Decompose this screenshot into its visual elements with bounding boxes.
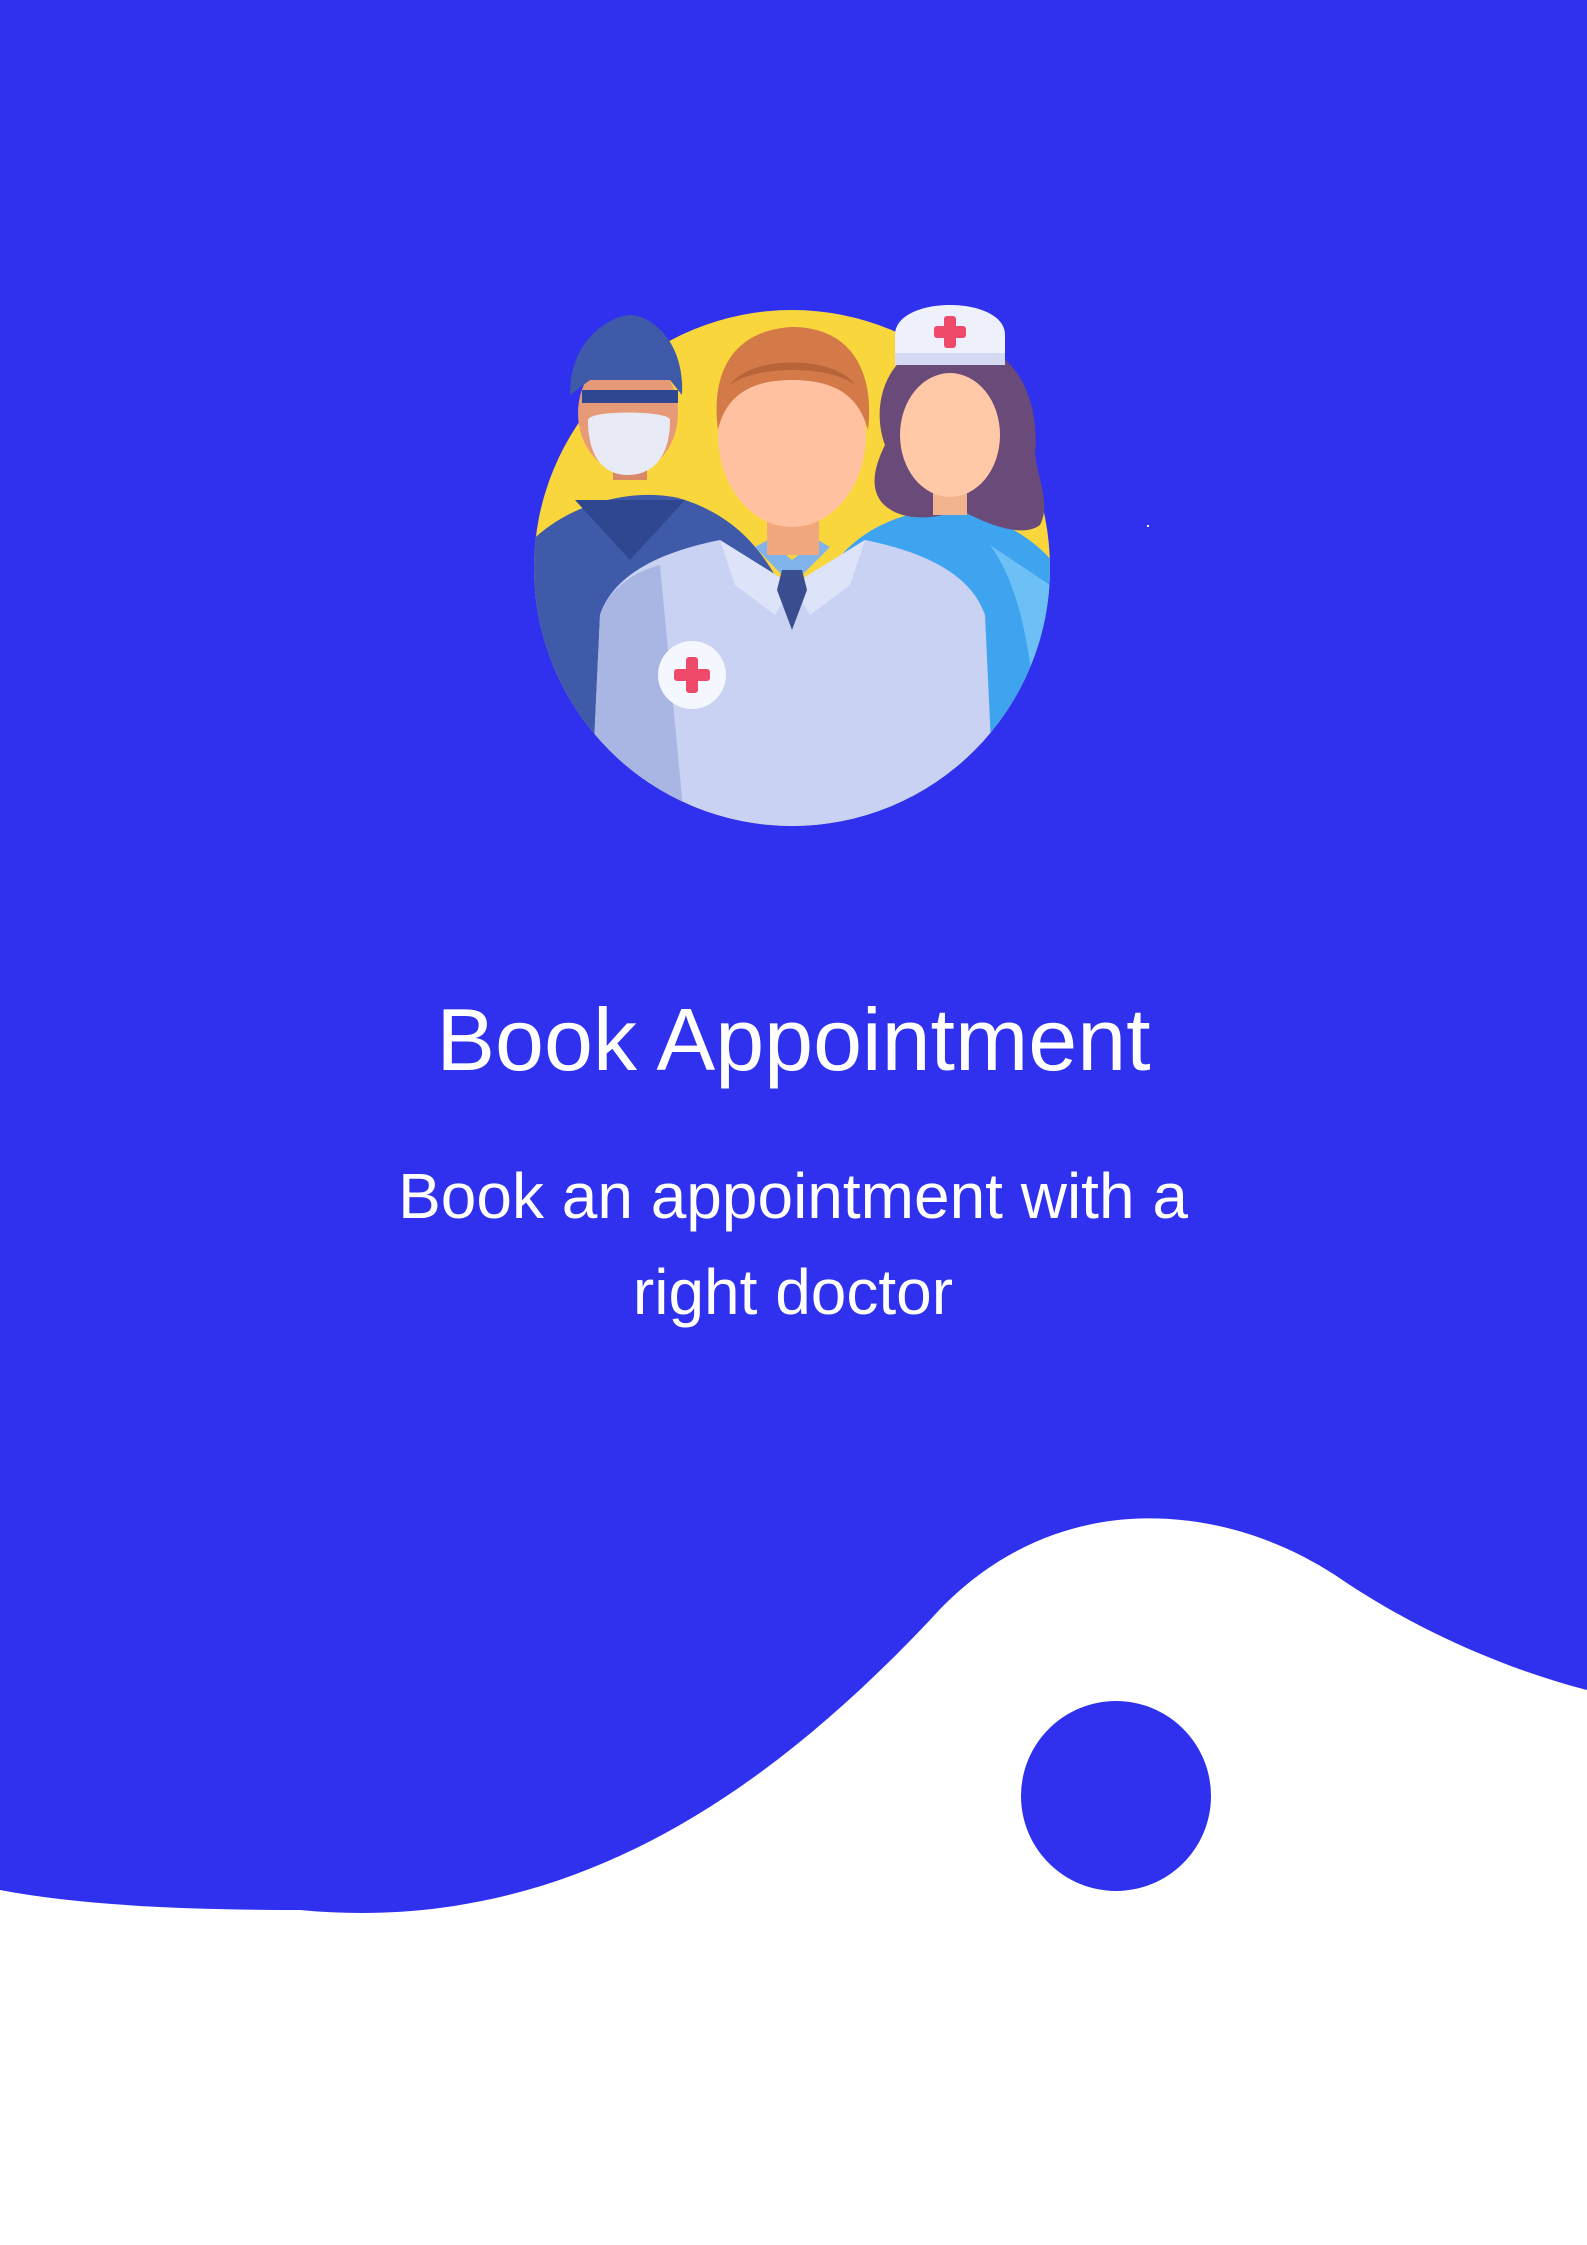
onboarding-description: Book an appointment with a right doctor (398, 1160, 1188, 1328)
onboarding-title: Book Appointment (436, 990, 1151, 1089)
decorative-speck (1147, 525, 1149, 527)
next-button[interactable] (1021, 1701, 1211, 1891)
medical-team-icon (534, 305, 1050, 826)
onboarding-screen: Book Appointment Book an appointment wit… (0, 0, 1587, 2245)
